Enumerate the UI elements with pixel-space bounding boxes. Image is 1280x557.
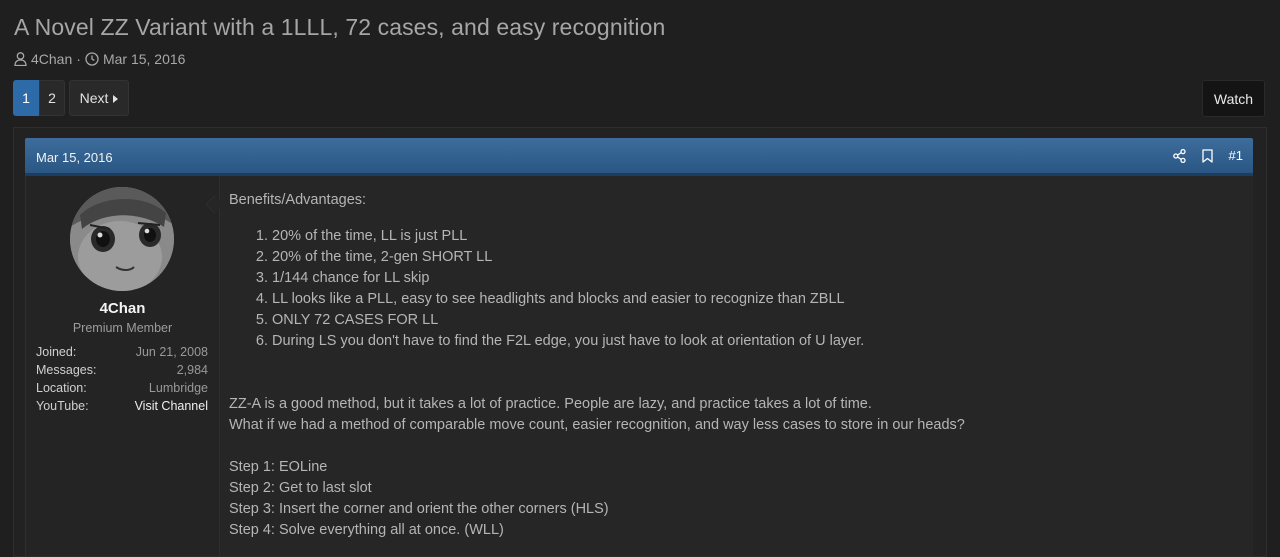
stat-value: Jun 21, 2008 <box>135 345 208 359</box>
post-username-link[interactable]: 4Chan <box>26 300 219 317</box>
stat-value: Lumbridge <box>148 381 208 395</box>
stat-key: YouTube: <box>36 399 89 413</box>
meta-separator: · <box>76 51 81 67</box>
thread-title: A Novel ZZ Variant with a 1LLL, 72 cases… <box>14 14 666 40</box>
step-line: Step 3: Insert the corner and orient the… <box>229 501 609 517</box>
watch-button[interactable]: Watch <box>1202 80 1265 117</box>
list-item: 20% of the time, 2-gen SHORT LL <box>272 247 1239 268</box>
step-line: Step 2: Get to last slot <box>229 480 372 496</box>
stat-youtube: YouTube: Visit Channel <box>36 397 208 415</box>
page-number-group: 1 2 <box>13 80 65 116</box>
post-header: Mar 15, 2016 #1 <box>25 138 1253 176</box>
caret-right-icon <box>113 90 119 106</box>
post-date-link[interactable]: Mar 15, 2016 <box>36 150 113 165</box>
stat-location: Location: Lumbridge <box>36 379 208 397</box>
user-cell: 4Chan Premium Member Joined: Jun 21, 200… <box>26 176 220 556</box>
post-content: Benefits/Advantages: 20% of the time, LL… <box>229 190 1239 541</box>
list-item: LL looks like a PLL, easy to see headlig… <box>272 289 1239 310</box>
stat-value: 2,984 <box>176 363 208 377</box>
visit-channel-link[interactable]: Visit Channel <box>135 397 208 415</box>
clock-icon <box>85 52 99 66</box>
stat-key: Joined: <box>36 345 77 359</box>
pagination: 1 2 Next <box>13 80 129 116</box>
avatar[interactable] <box>70 187 174 291</box>
post-number-link[interactable]: #1 <box>1229 148 1243 163</box>
post-actions: #1 <box>1172 148 1243 163</box>
user-stats: Joined: Jun 21, 2008 Messages: 2,984 Loc… <box>36 343 208 415</box>
page-2-button[interactable]: 2 <box>39 80 65 116</box>
benefits-list: 20% of the time, LL is just PLL 20% of t… <box>229 226 1239 352</box>
bookmark-icon[interactable] <box>1201 148 1213 163</box>
share-icon[interactable] <box>1172 148 1186 163</box>
user-title: Premium Member <box>72 321 173 335</box>
stat-joined: Joined: Jun 21, 2008 <box>36 343 208 361</box>
benefits-heading: Benefits/Advantages: <box>229 192 367 208</box>
thread-meta: 4Chan · Mar 15, 2016 <box>14 51 185 67</box>
user-icon <box>14 52 27 66</box>
list-item: During LS you don't have to find the F2L… <box>272 331 1239 352</box>
page-1-button[interactable]: 1 <box>13 80 39 116</box>
list-item: 20% of the time, LL is just PLL <box>272 226 1239 247</box>
thread-date-link[interactable]: Mar 15, 2016 <box>103 51 186 67</box>
list-item: 1/144 chance for LL skip <box>272 268 1239 289</box>
step-line: Step 4: Solve everything all at once. (W… <box>229 522 504 538</box>
next-page-button[interactable]: Next <box>69 80 129 116</box>
thread-author-link[interactable]: 4Chan <box>31 51 72 67</box>
next-label: Next <box>79 90 109 106</box>
paragraph: What if we had a method of comparable mo… <box>229 417 965 433</box>
stat-key: Location: <box>36 381 87 395</box>
step-line: Step 1: EOLine <box>229 459 328 475</box>
paragraph: ZZ-A is a good method, but it takes a lo… <box>229 396 872 412</box>
stat-key: Messages: <box>36 363 97 377</box>
post-body: 4Chan Premium Member Joined: Jun 21, 200… <box>25 176 1253 556</box>
list-item: ONLY 72 CASES FOR LL <box>272 310 1239 331</box>
stat-messages: Messages: 2,984 <box>36 361 208 379</box>
